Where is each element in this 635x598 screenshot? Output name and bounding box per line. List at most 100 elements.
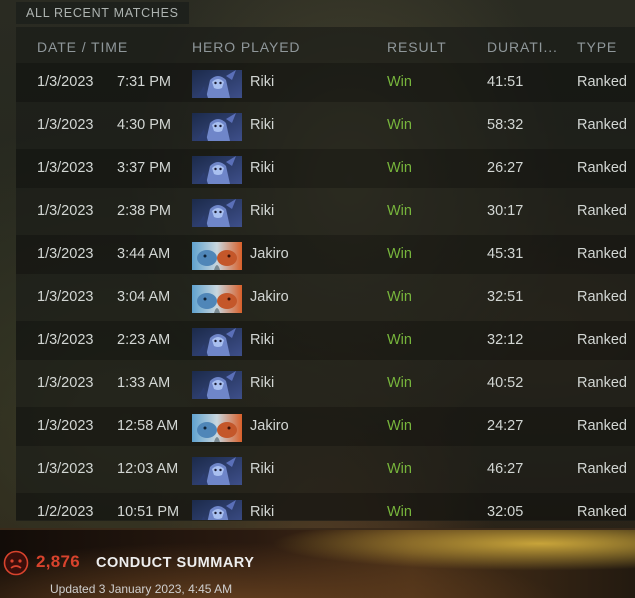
match-date: 1/3/2023 (37, 461, 94, 477)
riki-portrait-icon (192, 328, 242, 356)
match-time: 12:58 AM (117, 418, 179, 434)
match-result: Win (387, 74, 412, 90)
match-duration: 30:17 (487, 203, 524, 219)
match-duration: 26:27 (487, 160, 524, 176)
match-result: Win (387, 418, 412, 434)
match-row[interactable]: 1/3/2023 3:37 PM Riki Win 26:27 Ranked (16, 149, 635, 188)
jakiro-portrait-icon (192, 242, 242, 270)
match-duration: 46:27 (487, 461, 524, 477)
match-duration: 32:51 (487, 289, 524, 305)
column-headers: DATE / TIME HERO PLAYED RESULT DURATI...… (0, 39, 635, 57)
match-date: 1/3/2023 (37, 74, 94, 90)
match-row[interactable]: 1/3/2023 12:58 AM Jakiro Win 24:27 Ranked (16, 407, 635, 446)
column-header-result[interactable]: RESULT (387, 39, 447, 55)
matches-list[interactable]: 1/3/2023 7:31 PM Riki Win 41:51 Ranked 1/3/20… (16, 63, 635, 520)
match-time: 2:23 AM (117, 332, 171, 348)
match-hero-name: Riki (250, 117, 275, 133)
match-time: 4:30 PM (117, 117, 171, 133)
match-hero-name: Jakiro (250, 289, 289, 305)
match-result: Win (387, 461, 412, 477)
match-result: Win (387, 203, 412, 219)
jakiro-portrait-icon (192, 414, 242, 442)
match-duration: 32:12 (487, 332, 524, 348)
jakiro-portrait-icon (192, 285, 242, 313)
match-time: 7:31 PM (117, 74, 171, 90)
riki-portrait-icon (192, 371, 242, 399)
match-type: Ranked (577, 375, 627, 391)
match-type: Ranked (577, 117, 627, 133)
match-result: Win (387, 504, 412, 520)
match-time: 12:03 AM (117, 461, 179, 477)
match-date: 1/3/2023 (37, 375, 94, 391)
match-duration: 45:31 (487, 246, 524, 262)
panel-title: ALL RECENT MATCHES (16, 2, 189, 24)
match-type: Ranked (577, 203, 627, 219)
match-row[interactable]: 1/3/2023 12:03 AM Riki Win 46:27 Ranked (16, 450, 635, 489)
match-date: 1/3/2023 (37, 117, 94, 133)
match-row[interactable]: 1/3/2023 2:23 AM Riki Win 32:12 Ranked (16, 321, 635, 360)
match-time: 3:37 PM (117, 160, 171, 176)
match-result: Win (387, 160, 412, 176)
match-type: Ranked (577, 289, 627, 305)
match-duration: 58:32 (487, 117, 524, 133)
conduct-score: 2,876 (36, 552, 81, 571)
match-type: Ranked (577, 160, 627, 176)
conduct-summary-title[interactable]: CONDUCT SUMMARY (96, 555, 254, 571)
match-date: 1/3/2023 (37, 246, 94, 262)
match-time: 3:04 AM (117, 289, 171, 305)
match-result: Win (387, 246, 412, 262)
match-hero-name: Riki (250, 332, 275, 348)
match-time: 2:38 PM (117, 203, 171, 219)
match-hero-name: Riki (250, 203, 275, 219)
match-row[interactable]: 1/3/2023 3:04 AM Jakiro Win 32:51 Ranked (16, 278, 635, 317)
column-header-duration[interactable]: DURATI... (487, 39, 558, 55)
match-type: Ranked (577, 332, 627, 348)
match-hero-name: Jakiro (250, 418, 289, 434)
match-duration: 32:05 (487, 504, 524, 520)
match-hero-name: Jakiro (250, 246, 289, 262)
match-type: Ranked (577, 246, 627, 262)
match-row[interactable]: 1/3/2023 7:31 PM Riki Win 41:51 Ranked (16, 63, 635, 102)
match-row[interactable]: 1/3/2023 1:33 AM Riki Win 40:52 Ranked (16, 364, 635, 403)
riki-portrait-icon (192, 70, 242, 98)
riki-portrait-icon (192, 199, 242, 227)
match-hero-name: Riki (250, 375, 275, 391)
match-row[interactable]: 1/2/2023 10:51 PM Riki Win 32:05 Ranked (16, 493, 635, 520)
conduct-face-icon (3, 550, 29, 576)
match-hero-name: Riki (250, 160, 275, 176)
match-hero-name: Riki (250, 461, 275, 477)
match-date: 1/3/2023 (37, 160, 94, 176)
match-date: 1/2/2023 (37, 504, 94, 520)
match-time: 1:33 AM (117, 375, 171, 391)
conduct-updated-text: Updated 3 January 2023, 4:45 AM (50, 582, 233, 596)
match-date: 1/3/2023 (37, 203, 94, 219)
match-row[interactable]: 1/3/2023 3:44 AM Jakiro Win 45:31 Ranked (16, 235, 635, 274)
match-type: Ranked (577, 418, 627, 434)
match-date: 1/3/2023 (37, 418, 94, 434)
match-result: Win (387, 117, 412, 133)
match-time: 3:44 AM (117, 246, 171, 262)
match-result: Win (387, 332, 412, 348)
match-date: 1/3/2023 (37, 332, 94, 348)
match-duration: 41:51 (487, 74, 524, 90)
riki-portrait-icon (192, 457, 242, 485)
column-header-hero[interactable]: HERO PLAYED (192, 39, 300, 55)
match-hero-name: Riki (250, 74, 275, 90)
match-result: Win (387, 289, 412, 305)
column-header-date[interactable]: DATE / TIME (37, 39, 128, 55)
match-time: 10:51 PM (117, 504, 180, 520)
match-type: Ranked (577, 504, 627, 520)
match-date: 1/3/2023 (37, 289, 94, 305)
match-type: Ranked (577, 461, 627, 477)
riki-portrait-icon (192, 500, 242, 520)
match-duration: 24:27 (487, 418, 524, 434)
riki-portrait-icon (192, 156, 242, 184)
match-hero-name: Riki (250, 504, 275, 520)
match-type: Ranked (577, 74, 627, 90)
match-row[interactable]: 1/3/2023 4:30 PM Riki Win 58:32 Ranked (16, 106, 635, 145)
column-header-type[interactable]: TYPE (577, 39, 617, 55)
match-duration: 40:52 (487, 375, 524, 391)
match-result: Win (387, 375, 412, 391)
match-row[interactable]: 1/3/2023 2:38 PM Riki Win 30:17 Ranked (16, 192, 635, 231)
riki-portrait-icon (192, 113, 242, 141)
